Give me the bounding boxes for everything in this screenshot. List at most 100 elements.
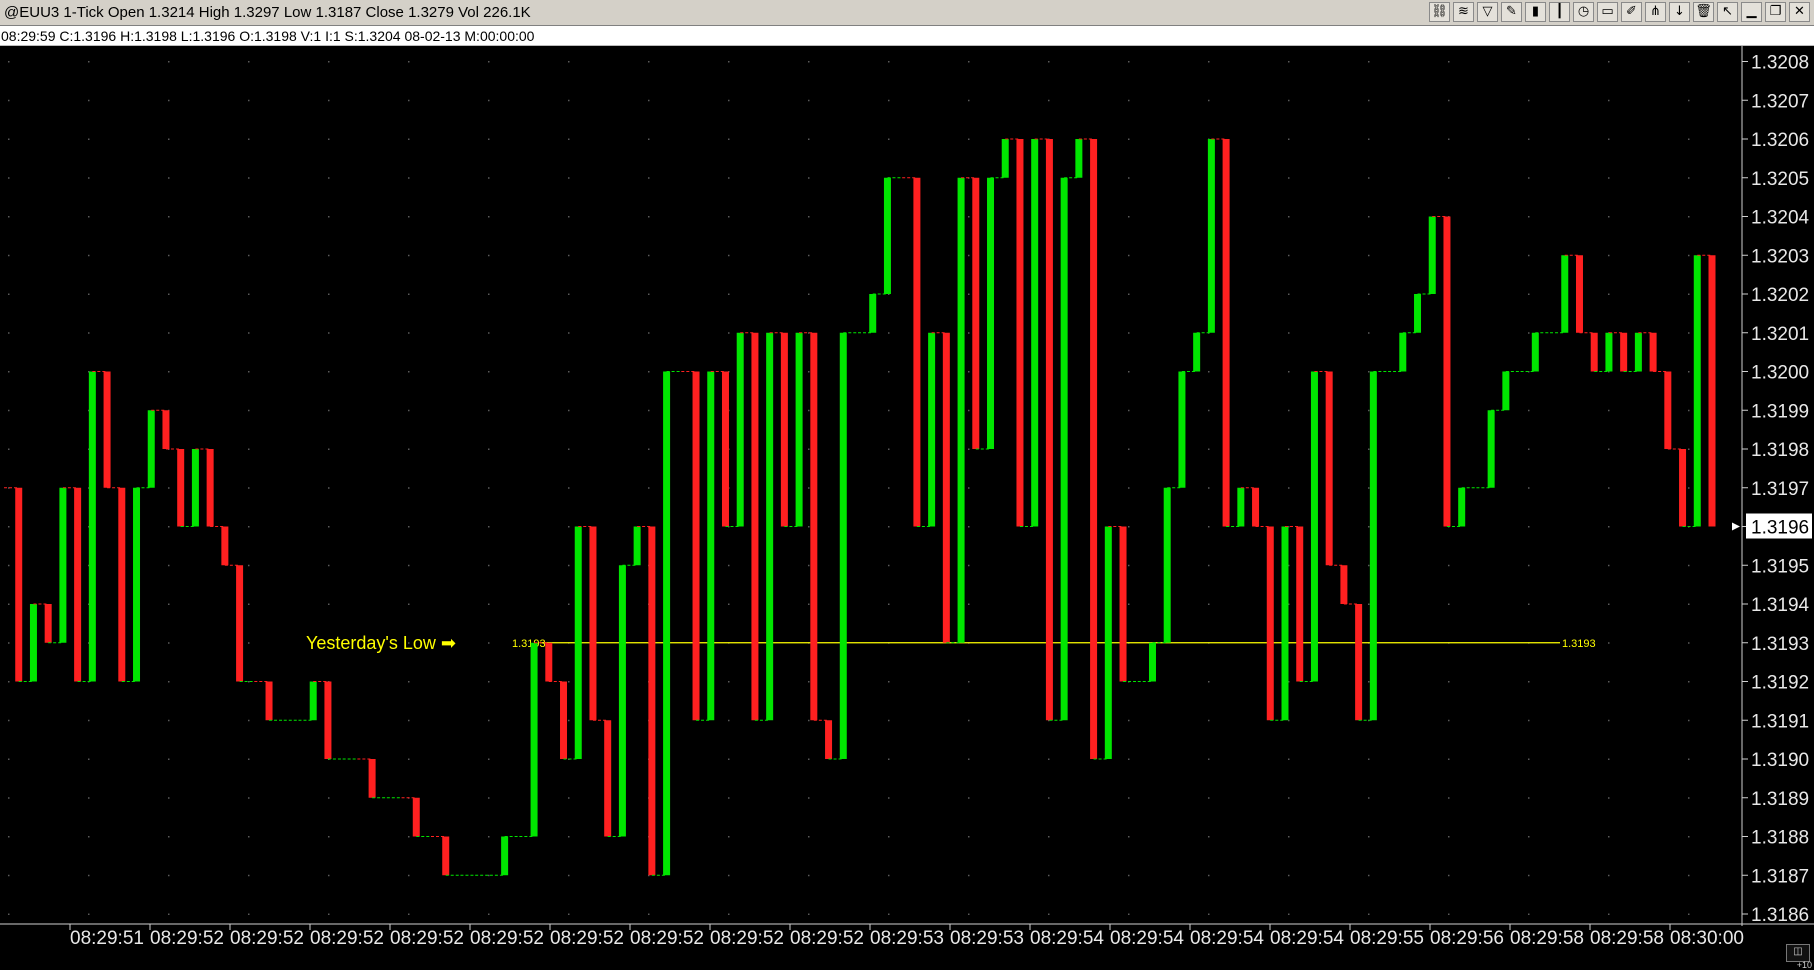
grid-dot xyxy=(1608,642,1610,644)
link-icon[interactable]: ⛓ xyxy=(1429,2,1450,22)
time-tick-label: 08:29:52 xyxy=(230,928,304,949)
grid-dot xyxy=(1128,719,1130,722)
restore-icon[interactable]: ❐ xyxy=(1765,2,1786,22)
pencil-icon[interactable]: ✎ xyxy=(1501,2,1522,22)
grid-dot xyxy=(1128,487,1130,489)
price-chart[interactable]: 1.3193 1.3193 Yesterday's Low ➡ 1.31861.… xyxy=(0,46,1814,970)
grid-dot xyxy=(568,332,570,334)
grid-dot xyxy=(1448,61,1450,63)
grid-dot xyxy=(168,216,170,218)
grid-dot xyxy=(808,216,810,218)
up-bar xyxy=(574,526,582,759)
up-bar xyxy=(1487,410,1495,488)
up-bar xyxy=(530,642,538,837)
price-tick-label: 1.3197 xyxy=(1751,479,1809,500)
grid-dot xyxy=(168,719,170,722)
close-icon[interactable]: ✕ xyxy=(1789,2,1810,22)
grid-dot xyxy=(1448,758,1450,760)
grid-dot xyxy=(1608,61,1610,63)
up-bar xyxy=(1458,487,1466,527)
down-bar xyxy=(1590,332,1598,372)
grid-dot xyxy=(1688,797,1690,799)
grid-dot xyxy=(8,254,10,257)
down-bar xyxy=(118,487,126,682)
funnel-icon[interactable]: ▽ xyxy=(1477,2,1498,22)
toolbar: ⛓ ≋ ▽ ✎ ▮ ┃ ◷ ▭ ✐ ⋔ ↓ 🗑 ↖ ▁ ❐ ✕ xyxy=(1429,2,1810,23)
grid-dot xyxy=(808,254,810,257)
up-bar xyxy=(957,177,965,643)
down-bar xyxy=(1443,216,1451,527)
grid-dot xyxy=(888,61,890,63)
grid-dot xyxy=(888,874,890,877)
price-tick-label: 1.3207 xyxy=(1751,91,1809,112)
grid-dot xyxy=(1128,99,1130,102)
grid-dot xyxy=(1288,758,1290,760)
grid-dot xyxy=(808,61,810,63)
clock-icon[interactable]: ◷ xyxy=(1573,2,1594,22)
grid-dot xyxy=(1608,293,1610,295)
grid-dot xyxy=(1128,603,1130,605)
fork-icon[interactable]: ⋔ xyxy=(1645,2,1666,22)
grid-dot xyxy=(1688,448,1690,450)
grid-dot xyxy=(1688,332,1690,334)
grid-dot xyxy=(728,564,730,567)
up-bar xyxy=(1693,255,1701,527)
grid-dot xyxy=(1448,797,1450,799)
down-bar xyxy=(604,720,612,837)
brush-icon[interactable]: ✐ xyxy=(1621,2,1642,22)
down-bar xyxy=(1649,332,1657,372)
up-bar xyxy=(1502,371,1510,411)
grid-dot xyxy=(1048,99,1050,102)
grid-dot xyxy=(648,293,650,295)
price-axis[interactable]: 1.3186 1.3187 1.3188 1.3189 1.3190 1.3191 1.31… xyxy=(1741,46,1814,970)
grid-dot xyxy=(168,254,170,257)
grid-dot xyxy=(968,913,970,915)
up-bar xyxy=(147,410,155,488)
last-price-arrow-icon xyxy=(1732,522,1740,531)
grid-dot xyxy=(1368,448,1370,450)
grid-dot xyxy=(88,99,90,102)
grid-dot xyxy=(1368,836,1370,838)
time-tick-label: 08:29:52 xyxy=(470,928,544,949)
grid-dot xyxy=(1368,216,1370,218)
grid-dot xyxy=(1688,61,1690,63)
trash-icon[interactable]: 🗑 xyxy=(1693,2,1714,22)
grid-dot xyxy=(1208,448,1210,450)
bridge-icon[interactable]: ≋ xyxy=(1453,2,1474,22)
grid-dot xyxy=(1288,293,1290,295)
grid-dot xyxy=(88,254,90,257)
down-bar xyxy=(589,526,597,721)
down-arrow-icon[interactable]: ↓ xyxy=(1669,2,1690,22)
grid-dot xyxy=(248,371,250,373)
screen-icon[interactable]: ▭ xyxy=(1597,2,1618,22)
grid-dot xyxy=(168,913,170,915)
price-tick-label: 1.3200 xyxy=(1751,363,1809,384)
candlestick-icon[interactable]: ┃ xyxy=(1549,2,1570,22)
grid-dot xyxy=(968,603,970,605)
down-bar xyxy=(972,177,980,449)
grid-dot xyxy=(1608,681,1610,683)
grid-dot xyxy=(1528,487,1530,489)
minimize-icon[interactable]: ▁ xyxy=(1741,2,1762,22)
grid-dot xyxy=(1368,758,1370,760)
time-tick-label: 08:29:55 xyxy=(1350,928,1424,949)
grid-dot xyxy=(488,99,490,102)
cursor-icon[interactable]: ↖ xyxy=(1717,2,1738,22)
grid-dot xyxy=(568,797,570,799)
grid-dot xyxy=(488,681,490,683)
grid-dot xyxy=(1288,99,1290,102)
grid-dot xyxy=(1688,564,1690,567)
grid-dot xyxy=(728,719,730,722)
grid-dot xyxy=(728,293,730,295)
grid-dot xyxy=(1528,603,1530,605)
grid-dot xyxy=(1448,564,1450,567)
up-bar xyxy=(663,371,671,876)
grid-dot xyxy=(88,293,90,295)
grid-dot xyxy=(1448,177,1450,179)
bar-chart-icon[interactable]: ▮ xyxy=(1525,2,1546,22)
grid-dot xyxy=(808,409,810,412)
grid-dot xyxy=(328,254,330,257)
time-axis[interactable]: 08:29:51 08:29:52 08:29:52 08:29:52 08:29:52… xyxy=(0,923,1814,949)
grid-dot xyxy=(968,409,970,412)
down-bar xyxy=(74,487,82,682)
